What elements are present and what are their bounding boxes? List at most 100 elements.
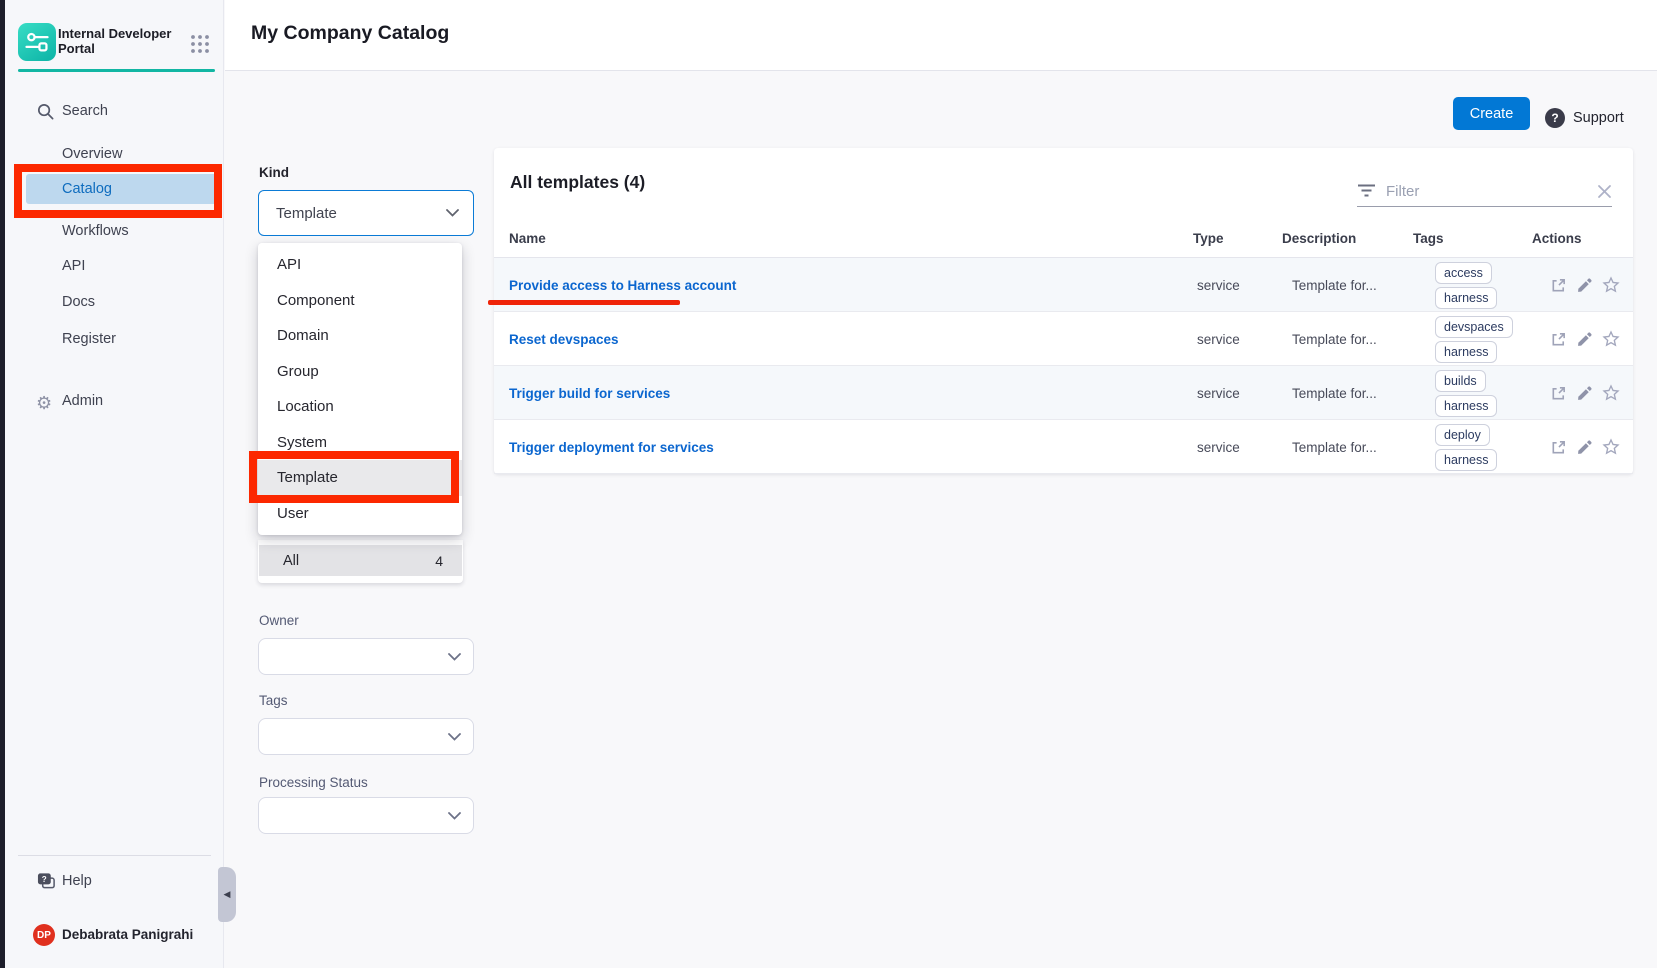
apps-grid-icon[interactable] [189, 33, 211, 55]
user-avatar[interactable]: DP [33, 924, 55, 946]
kind-option-group[interactable]: Group [258, 354, 462, 390]
chevron-down-icon [448, 812, 461, 820]
sidebar-item-register[interactable]: Register [5, 325, 224, 353]
product-title: Internal Developer Portal [58, 26, 176, 56]
sidebar-collapse-handle[interactable]: ◀ [218, 867, 236, 922]
description-cell: Template for... [1292, 366, 1377, 420]
sidebar-item-catalog-highlight [26, 174, 217, 204]
edit-icon[interactable] [1576, 439, 1593, 456]
page-title: My Company Catalog [251, 22, 449, 45]
sidebar: Internal Developer Portal Search Overvie… [5, 0, 224, 968]
star-icon[interactable] [1602, 438, 1620, 456]
sidebar-item-admin[interactable]: ⚙ Admin [5, 387, 224, 415]
edit-icon[interactable] [1576, 277, 1593, 294]
kind-option-api[interactable]: API [258, 247, 462, 283]
chevron-down-icon [446, 209, 459, 217]
sidebar-item-docs[interactable]: Docs [5, 288, 224, 316]
kind-count-value: 4 [435, 553, 443, 569]
template-link[interactable]: Reset devspaces [509, 332, 619, 347]
processing-status-select[interactable] [258, 797, 474, 834]
sidebar-item-label: Admin [62, 387, 103, 415]
question-circle-icon: ? [1545, 108, 1565, 128]
kind-options-dropdown: API Component Domain Group Location Syst… [258, 243, 462, 535]
kind-select[interactable]: Template [258, 190, 474, 236]
description-cell: Template for... [1292, 258, 1377, 312]
sidebar-item-workflows[interactable]: Workflows [5, 217, 224, 245]
owner-select[interactable] [258, 638, 474, 675]
tag-chip: harness [1435, 449, 1497, 471]
tag-chip: builds [1435, 370, 1486, 392]
chevron-down-icon [448, 733, 461, 741]
product-logo [18, 23, 56, 61]
templates-card-title: All templates (4) [510, 172, 645, 193]
search-icon [36, 102, 55, 121]
kind-option-template[interactable]: Template [258, 460, 462, 496]
tag-chip: deploy [1435, 424, 1490, 446]
tags-filter-label: Tags [259, 693, 288, 708]
kind-option-location[interactable]: Location [258, 389, 462, 425]
user-name[interactable]: Debabrata Panigrahi [62, 921, 193, 949]
star-icon[interactable] [1602, 276, 1620, 294]
table-header-row: Name Type Description Tags Actions [494, 222, 1633, 258]
kind-option-component[interactable]: Component [258, 283, 462, 319]
gear-icon: ⚙ [36, 389, 52, 417]
table-row: Provide access to Harness account servic… [494, 258, 1633, 312]
support-button[interactable]: ? Support [1545, 107, 1624, 129]
open-in-new-icon[interactable] [1550, 331, 1567, 348]
sidebar-item-label: Register [62, 325, 116, 353]
sidebar-item-label: Workflows [62, 217, 129, 245]
chevron-left-icon: ◀ [224, 889, 231, 900]
create-button[interactable]: Create [1453, 97, 1530, 130]
kind-option-domain[interactable]: Domain [258, 318, 462, 354]
type-cell: service [1197, 366, 1240, 420]
kind-count-row-all[interactable]: All 4 [259, 545, 462, 576]
template-link[interactable]: Trigger build for services [509, 386, 670, 401]
template-link[interactable]: Trigger deployment for services [509, 440, 714, 455]
edit-icon[interactable] [1576, 331, 1593, 348]
sidebar-item-label: Help [62, 867, 92, 895]
table-filter-input[interactable] [1384, 182, 1589, 201]
kind-count-label: All [283, 553, 299, 569]
sidebar-item-overview[interactable]: Overview [5, 140, 224, 168]
star-icon[interactable] [1602, 384, 1620, 402]
kind-select-value: Template [276, 205, 337, 222]
kind-option-system[interactable]: System [258, 425, 462, 461]
type-cell: service [1197, 258, 1240, 312]
tags-select[interactable] [258, 718, 474, 755]
edit-icon[interactable] [1576, 385, 1593, 402]
svg-text:?: ? [42, 875, 47, 884]
type-cell: service [1197, 420, 1240, 474]
processing-status-filter-label: Processing Status [259, 775, 368, 790]
owner-filter-label: Owner [259, 613, 299, 628]
description-cell: Template for... [1292, 312, 1377, 366]
table-row: Trigger deployment for services service … [494, 420, 1633, 474]
sidebar-item-search[interactable]: Search [5, 97, 224, 125]
tag-chip: access [1435, 262, 1492, 284]
open-in-new-icon[interactable] [1550, 277, 1567, 294]
sidebar-item-label: Overview [62, 140, 122, 168]
tag-chip: harness [1435, 287, 1497, 309]
chevron-down-icon [448, 653, 461, 661]
star-icon[interactable] [1602, 330, 1620, 348]
sidebar-item-api[interactable]: API [5, 252, 224, 280]
support-label: Support [1573, 110, 1624, 126]
sidebar-item-catalog[interactable]: Catalog [62, 174, 112, 204]
clear-filter-icon[interactable] [1597, 184, 1612, 199]
kind-option-user[interactable]: User [258, 496, 462, 532]
open-in-new-icon[interactable] [1550, 385, 1567, 402]
table-row: Trigger build for services service Templ… [494, 366, 1633, 420]
column-header-description: Description [1282, 222, 1356, 258]
kind-counts-card: All 4 [258, 540, 463, 583]
column-header-type: Type [1193, 222, 1224, 258]
table-filter [1357, 176, 1612, 207]
circuit-logo-icon [23, 28, 51, 56]
sidebar-item-help[interactable]: ? Help [5, 867, 224, 895]
open-in-new-icon[interactable] [1550, 439, 1567, 456]
column-header-actions: Actions [1532, 222, 1582, 258]
column-header-tags: Tags [1413, 222, 1444, 258]
kind-filter-label: Kind [259, 165, 289, 180]
template-link[interactable]: Provide access to Harness account [509, 278, 736, 293]
tag-chip: harness [1435, 341, 1497, 363]
column-header-name: Name [509, 222, 546, 258]
tag-chip: harness [1435, 395, 1497, 417]
